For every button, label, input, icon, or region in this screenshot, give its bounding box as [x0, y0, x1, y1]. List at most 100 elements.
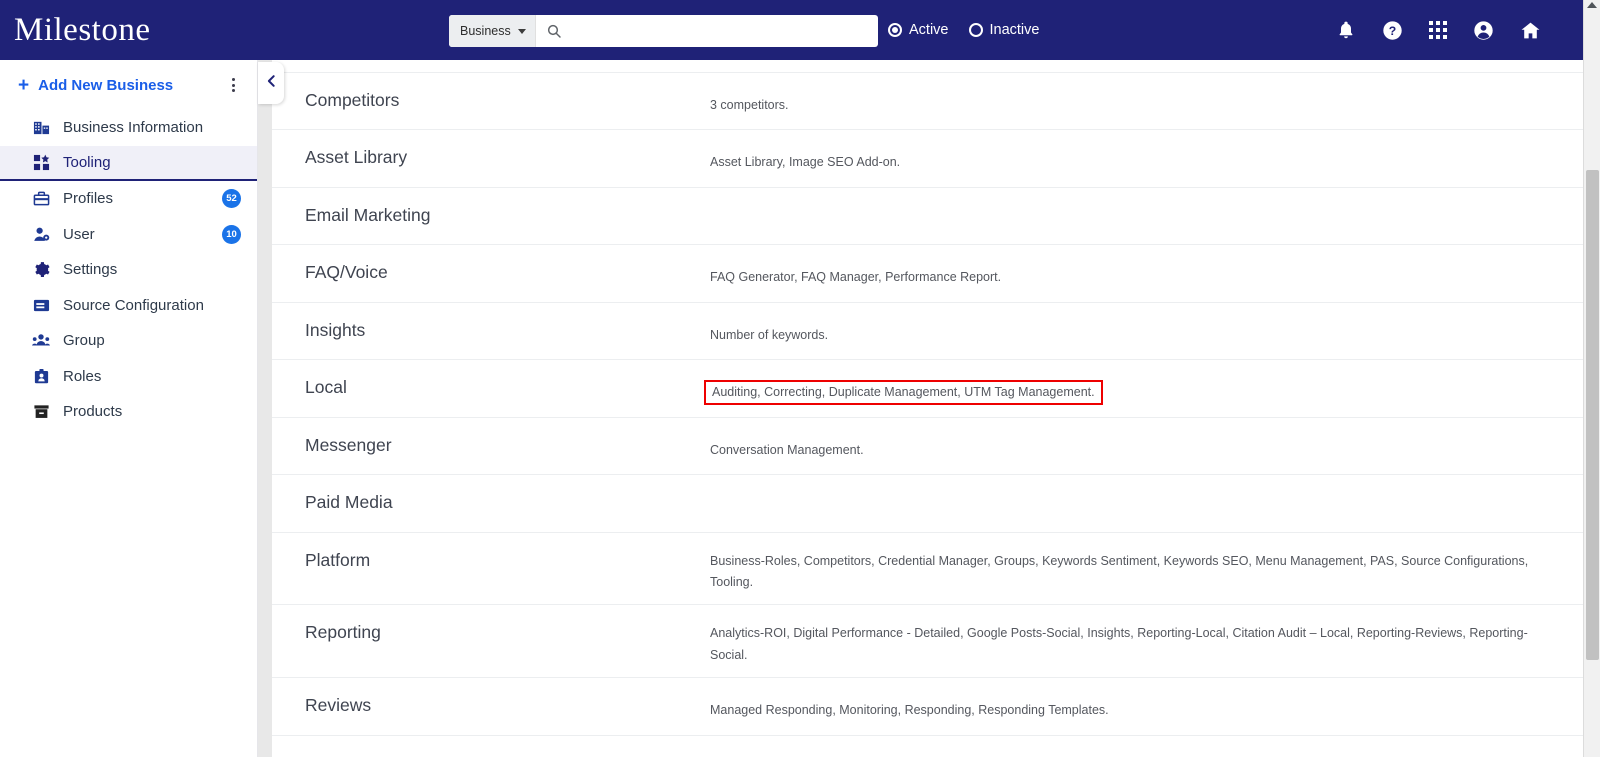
search-scope-dropdown[interactable]: Business [449, 15, 536, 47]
row-title: FAQ/Voice [305, 262, 388, 282]
add-new-business-button[interactable]: + Add New Business [18, 76, 226, 95]
table-row: Competitors 3 competitors. [272, 73, 1583, 130]
row-description: Analytics-ROI, Digital Performance - Det… [710, 626, 1528, 663]
radio-active-indicator [888, 23, 902, 37]
table-row: Reporting Analytics-ROI, Digital Performa… [272, 605, 1583, 678]
tooling-content-panel: CMS Competitors 3 competitors. Asset Librar… [272, 60, 1583, 757]
row-description: 3 competitors. [710, 97, 789, 112]
building-icon [32, 119, 50, 136]
table-row: CMS [272, 60, 1583, 73]
row-title: Messenger [305, 434, 392, 455]
table-row: Email Marketing [272, 188, 1583, 245]
id-badge-icon [32, 368, 50, 385]
sidebar-item-business-information[interactable]: Business Information [0, 110, 257, 146]
table-row: Platform Business-Roles, Competitors, Cre… [272, 533, 1583, 606]
row-description: Business-Roles, Competitors, Credential … [710, 553, 1529, 590]
sidebar-badge-profiles: 52 [222, 189, 241, 209]
sidebar-item-tooling[interactable]: Tooling [0, 145, 257, 181]
sidebar-collapse-button[interactable] [258, 62, 284, 104]
table-row: Asset Library Asset Library, Image SEO Ad… [272, 130, 1583, 188]
home-icon[interactable] [1520, 20, 1541, 41]
sidebar-gutter [258, 60, 272, 757]
row-title: Reviews [305, 695, 372, 715]
table-row: Messenger Conversation Management. [272, 418, 1583, 475]
table-row: Paid Media [272, 475, 1583, 533]
row-description [710, 475, 1583, 497]
row-title: Insights [305, 319, 366, 340]
sidebar-item-user[interactable]: User 10 [0, 217, 257, 253]
sidebar-item-profiles[interactable]: Profiles 52 [0, 181, 257, 217]
svg-text:?: ? [1389, 23, 1396, 37]
row-title: Paid Media [305, 492, 393, 512]
row-description: Conversation Management. [710, 442, 864, 457]
sidebar-item-label: Roles [63, 367, 102, 385]
table-row: Reviews Managed Responding, Monitoring, R… [272, 678, 1583, 736]
row-title: Asset Library [305, 147, 408, 167]
sidebar: + Add New Business Business Information [0, 60, 258, 757]
plus-icon: + [18, 74, 30, 96]
more-options-icon[interactable] [226, 74, 241, 96]
row-description [710, 188, 1583, 210]
tooling-icon [32, 154, 50, 171]
sidebar-item-label: Tooling [63, 153, 111, 171]
row-title: Platform [305, 549, 371, 570]
row-title: Email Marketing [305, 204, 431, 225]
account-icon[interactable] [1473, 20, 1494, 41]
sidebar-item-label: Group [63, 332, 105, 350]
sidebar-item-label: Business Information [63, 119, 204, 137]
gear-icon [32, 261, 50, 278]
scrollbar-thumb[interactable] [1586, 170, 1599, 660]
radio-inactive-indicator [968, 23, 983, 37]
add-new-business-label: Add New Business [38, 76, 174, 94]
page-scrollbar[interactable] [1583, 0, 1600, 757]
briefcase-icon [32, 190, 50, 207]
radio-active[interactable]: Active [888, 22, 949, 38]
row-title: Reporting [305, 622, 381, 643]
sidebar-item-label: User [63, 225, 95, 243]
search-icon [536, 15, 562, 47]
row-description: Asset Library, Image SEO Add-on. [710, 155, 901, 169]
table-row: Local Auditing, Correcting, Duplicate Man… [272, 360, 1583, 418]
highlighted-description: Auditing, Correcting, Duplicate Manageme… [704, 380, 1103, 406]
apps-grid-icon[interactable] [1429, 21, 1447, 39]
row-description: Managed Responding, Monitoring, Respondi… [710, 703, 1109, 717]
row-description: Number of keywords. [710, 327, 829, 342]
header-icon-group: ? [1336, 0, 1541, 60]
sidebar-item-products[interactable]: Products [0, 394, 257, 430]
sidebar-item-label: Profiles [63, 190, 114, 208]
sidebar-item-label: Settings [63, 261, 118, 279]
box-icon [32, 403, 50, 420]
sidebar-item-source-configuration[interactable]: Source Configuration [0, 288, 257, 324]
row-description: FAQ Generator, FAQ Manager, Performance … [710, 270, 1002, 284]
row-title: Competitors [305, 89, 400, 110]
row-description: Auditing, Correcting, Duplicate Manageme… [704, 360, 1583, 406]
help-icon[interactable]: ? [1382, 20, 1403, 41]
brand-logo: Milestone [14, 11, 151, 48]
group-icon [32, 332, 50, 349]
sidebar-item-label: Products [63, 403, 123, 421]
search-scope-label: Business [460, 24, 511, 38]
sidebar-item-group[interactable]: Group [0, 323, 257, 359]
table-row: FAQ/Voice FAQ Generator, FAQ Manager, Per… [272, 245, 1583, 303]
sidebar-badge-user: 10 [222, 224, 241, 244]
status-filter-group: Active Inactive [888, 0, 1039, 60]
archive-icon [32, 297, 50, 314]
row-title: Local [305, 377, 347, 397]
scroll-up-arrow-icon[interactable] [1587, 2, 1597, 8]
chevron-down-icon [517, 28, 526, 34]
user-gear-icon [32, 226, 50, 243]
radio-inactive[interactable]: Inactive [968, 22, 1040, 38]
global-search: Business [449, 15, 878, 47]
chevron-left-icon [265, 74, 278, 93]
app-header: Milestone Business Active Inactive ? [0, 0, 1583, 60]
add-new-business-row: + Add New Business [0, 60, 257, 110]
sidebar-item-roles[interactable]: Roles [0, 359, 257, 395]
tooling-rows: CMS Competitors 3 competitors. Asset Librar… [272, 60, 1583, 736]
sidebar-item-settings[interactable]: Settings [0, 252, 257, 288]
bell-icon[interactable] [1336, 20, 1356, 40]
search-input[interactable] [561, 15, 878, 47]
table-row: Insights Number of keywords. [272, 303, 1583, 360]
radio-active-label: Active [909, 22, 949, 38]
radio-inactive-label: Inactive [989, 22, 1040, 38]
sidebar-item-label: Source Configuration [63, 296, 204, 314]
